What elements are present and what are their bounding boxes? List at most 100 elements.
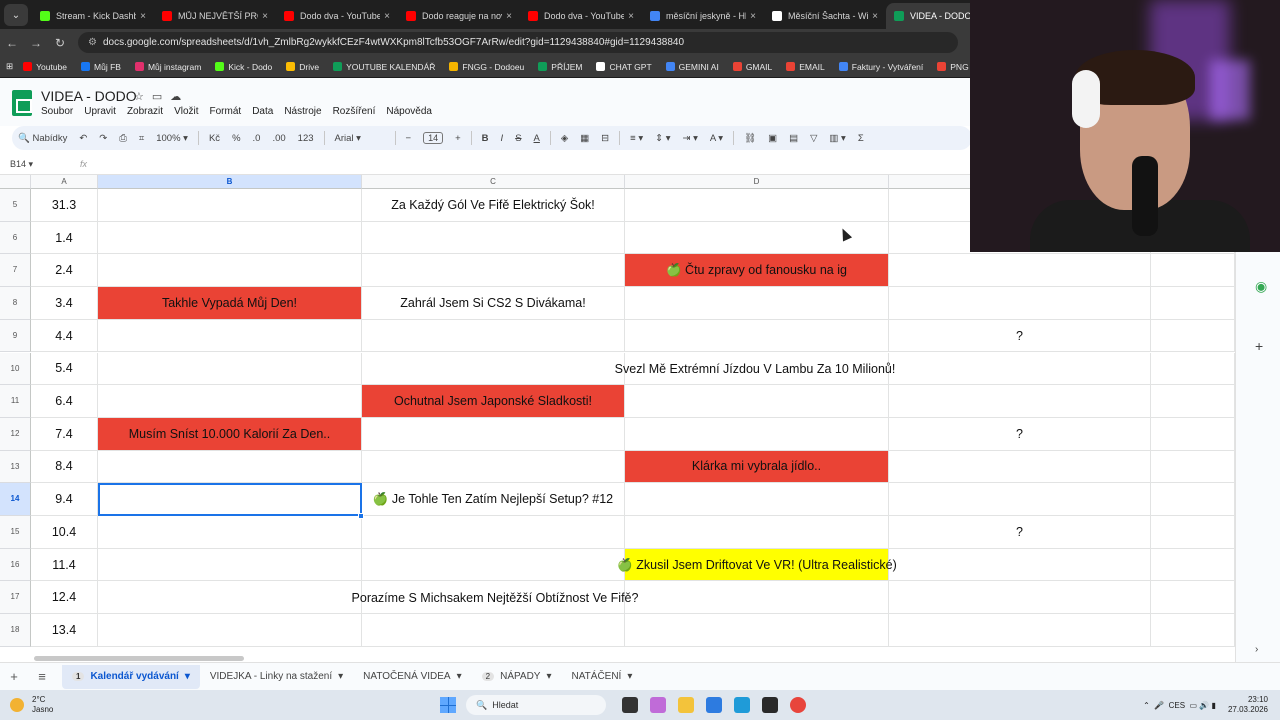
cell-e11[interactable]	[889, 385, 1151, 418]
bookmark[interactable]: FNGG - Dodoeu	[449, 62, 524, 72]
cell-e8[interactable]	[889, 287, 1151, 320]
folder-icon[interactable]: ▭	[152, 91, 170, 103]
outlook-icon[interactable]	[706, 697, 722, 713]
cell-b15[interactable]	[98, 516, 362, 549]
cell-a10[interactable]: 5.4	[31, 352, 98, 386]
sheet-tab-menu-icon[interactable]: ▾	[627, 671, 632, 682]
sheet-tab[interactable]: VIDEJKA - Linky na stažení ▾	[200, 665, 353, 689]
cell-b10[interactable]	[98, 352, 362, 386]
sheet-tab-menu-icon[interactable]: ▾	[546, 671, 551, 682]
cloud-icon[interactable]: ☁	[170, 91, 189, 103]
row-header[interactable]: 8	[0, 287, 31, 320]
menu-item[interactable]: Rozšíření	[333, 106, 376, 117]
chevron-up-icon[interactable]: ⌃	[1143, 701, 1150, 710]
row-header[interactable]: 7	[0, 254, 31, 288]
cell-b6[interactable]	[98, 221, 362, 255]
cell-d8[interactable]	[625, 287, 889, 320]
close-tab-icon[interactable]: ×	[750, 11, 756, 22]
chrome-icon[interactable]	[790, 697, 806, 713]
cell-e16[interactable]	[889, 548, 1151, 582]
row-header[interactable]: 6	[0, 221, 31, 255]
cell-a17[interactable]: 12.4	[31, 581, 98, 615]
back-icon[interactable]: ←	[0, 36, 24, 50]
horizontal-align-icon[interactable]: ≡ ▾	[630, 133, 643, 144]
browser-tab[interactable]: Dodo dva - YouTube ×	[276, 3, 398, 29]
bookmark[interactable]: Kick - Dodo	[215, 62, 272, 72]
cell-c6[interactable]	[362, 221, 625, 255]
row-header[interactable]: 5	[0, 189, 31, 222]
cell-d15[interactable]	[625, 516, 889, 549]
cell-c16[interactable]	[362, 548, 625, 582]
cell-c13[interactable]	[362, 450, 625, 484]
cell-b13[interactable]	[98, 450, 362, 484]
cell-f8[interactable]	[1151, 287, 1235, 320]
close-tab-icon[interactable]: ×	[262, 11, 268, 22]
cell-e12[interactable]: ?	[889, 417, 1151, 451]
vertical-align-icon[interactable]: ⇕ ▾	[655, 133, 670, 144]
cell-b14[interactable]	[98, 483, 362, 516]
browser-tab[interactable]: MŮJ NEJVĚTŠÍ PROJE ×	[154, 3, 276, 29]
menu-item[interactable]: Zobrazit	[127, 106, 163, 117]
cell-d14[interactable]	[625, 483, 889, 516]
menu-item[interactable]: Nápověda	[386, 106, 432, 117]
start-icon[interactable]	[440, 697, 456, 713]
star-icon[interactable]: ☆	[134, 91, 152, 103]
menu-item[interactable]: Upravit	[84, 106, 116, 117]
cell-a6[interactable]: 1.4	[31, 221, 98, 255]
cell-d9[interactable]	[625, 319, 889, 353]
column-header[interactable]: A	[31, 175, 98, 189]
row-header[interactable]: 9	[0, 319, 31, 353]
cell-c12[interactable]	[362, 417, 625, 451]
browser-tab[interactable]: Měsíční Šachta - Wik ×	[764, 3, 886, 29]
volume-icon[interactable]: 🔊	[1199, 701, 1209, 710]
cell-e7[interactable]	[889, 254, 1151, 288]
sheet-tab-menu-icon[interactable]: ▾	[185, 671, 190, 682]
cell-a7[interactable]: 2.4	[31, 254, 98, 288]
cell-f18[interactable]	[1151, 614, 1235, 647]
terminal-icon[interactable]	[762, 697, 778, 713]
network-icon[interactable]: ▭	[1190, 701, 1198, 710]
cell-a14[interactable]: 9.4	[31, 483, 98, 516]
row-header[interactable]: 10	[0, 352, 31, 386]
row-header[interactable]: 15	[0, 516, 31, 549]
language-indicator[interactable]: CES	[1169, 701, 1185, 710]
bookmark[interactable]: GMAIL	[732, 62, 772, 72]
cell-f7[interactable]	[1151, 254, 1235, 288]
browser-tab[interactable]: Dodo reaguje na nov ×	[398, 3, 520, 29]
redo-icon[interactable]: ↷	[99, 133, 107, 144]
cell-a9[interactable]: 4.4	[31, 319, 98, 353]
menu-item[interactable]: Formát	[210, 106, 242, 117]
cell-f11[interactable]	[1151, 385, 1235, 418]
cell-d12[interactable]	[625, 417, 889, 451]
cell-a18[interactable]: 13.4	[31, 614, 98, 647]
cell-b7[interactable]	[98, 254, 362, 288]
horizontal-scrollbar[interactable]	[34, 656, 244, 661]
cell-b5[interactable]	[98, 189, 362, 222]
row-header[interactable]: 13	[0, 450, 31, 484]
bookmark[interactable]: Youtube	[23, 62, 67, 72]
cell-c14[interactable]: 🍏 Je Tohle Ten Zatím Nejlepší Setup? #12	[362, 483, 625, 516]
address-bar[interactable]: ⚙ docs.google.com/spreadsheets/d/1vh_Zml…	[78, 32, 958, 53]
column-header[interactable]: D	[625, 175, 889, 189]
row-header[interactable]: 18	[0, 614, 31, 647]
row-header[interactable]: 14	[0, 483, 31, 516]
cell-b11[interactable]	[98, 385, 362, 418]
currency-button[interactable]: Kč	[209, 133, 220, 144]
search-menus[interactable]: 🔍 Nabídky	[18, 133, 67, 144]
row-header[interactable]: 16	[0, 548, 31, 582]
text-rotation-icon[interactable]: A ▾	[710, 133, 723, 144]
sheet-tab[interactable]: NATÁČENÍ ▾	[562, 665, 643, 689]
cell-a8[interactable]: 3.4	[31, 287, 98, 320]
close-tab-icon[interactable]: ×	[506, 11, 512, 22]
cell-e13[interactable]	[889, 450, 1151, 484]
insert-link-icon[interactable]: ⛓	[744, 133, 756, 144]
cell-b9[interactable]	[98, 319, 362, 353]
menu-item[interactable]: Data	[252, 106, 273, 117]
browser-tab[interactable]: Dodo dva - YouTube ×	[520, 3, 642, 29]
font-size-decrease-icon[interactable]: −	[406, 133, 412, 144]
clock[interactable]: 23:10 27.03.2026	[1228, 695, 1268, 715]
menu-item[interactable]: Soubor	[41, 106, 73, 117]
column-header[interactable]: B	[98, 175, 362, 189]
cell-d13[interactable]: Klárka mi vybrala jídlo..	[625, 450, 889, 484]
weather-widget[interactable]: 2°C Jasno	[10, 695, 440, 715]
